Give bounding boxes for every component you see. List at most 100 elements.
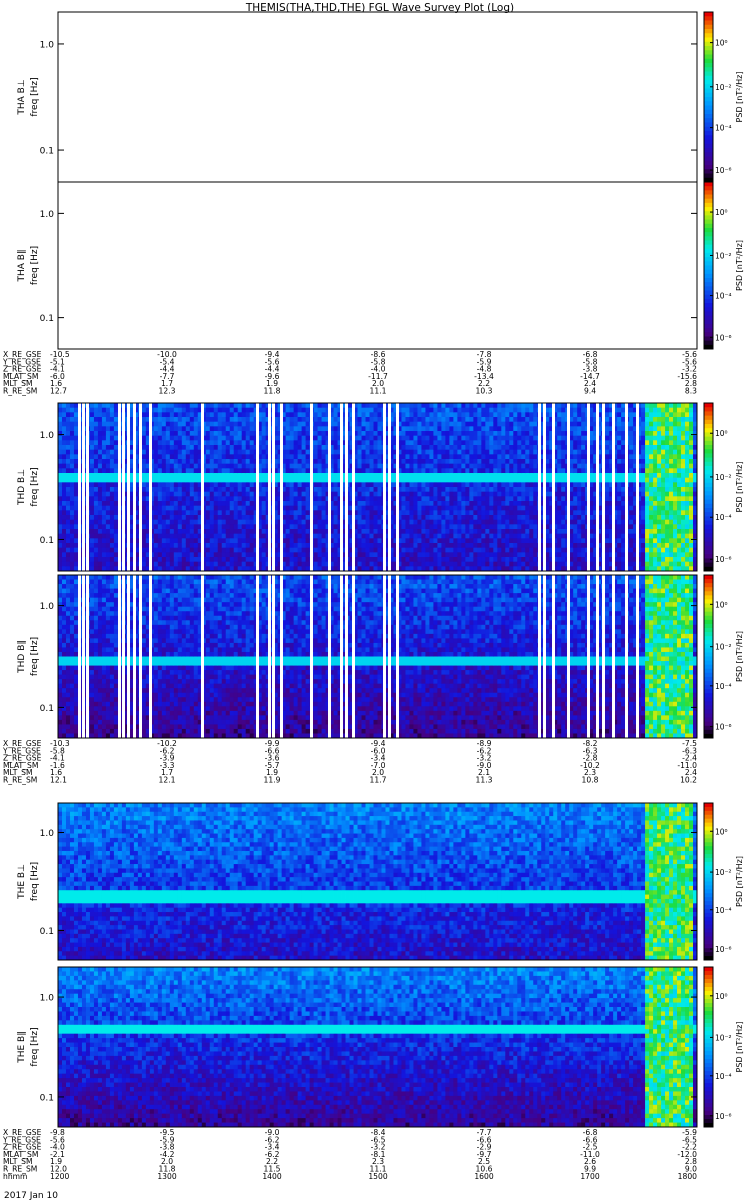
colorbar-label: PSD [nT²/Hz] (735, 631, 744, 682)
panel-ylabel: THD B∥ (17, 640, 27, 674)
data-gap (396, 403, 399, 571)
ephemeris-row-label: R_RE_SM (3, 776, 37, 785)
panel-ylabel-unit: freq [Hz] (30, 637, 40, 676)
data-gap (122, 575, 125, 738)
freq-tick-label: 1.0 (40, 431, 55, 441)
data-gap (625, 575, 628, 738)
colorbar-tick-label: 10⁻² (715, 643, 732, 652)
colorbar-tick-label: 10⁰ (715, 992, 728, 1001)
colorbar: 10⁰ 10⁻² 10⁻⁴ 10⁻⁶ PSD [nT²/Hz] (703, 402, 744, 572)
colorbar: 10⁰ 10⁻² 10⁻⁴ 10⁻⁶ PSD [nT²/Hz] (703, 802, 744, 961)
panel-ylabel: THA B∥ (17, 250, 27, 283)
data-gap (625, 403, 628, 571)
data-gap (543, 403, 546, 571)
panel-the-bperp: 1.0 0.1 THE B⊥ freq [Hz] (17, 802, 698, 961)
colorbar-label: PSD [nT²/Hz] (735, 72, 744, 123)
freq-tick-label: 1.0 (40, 829, 55, 839)
data-gap (352, 575, 355, 738)
data-gap (552, 403, 555, 571)
colorbar-tick-label: 10⁻⁴ (715, 1072, 732, 1081)
data-gap (139, 403, 142, 571)
colorbar-label: PSD [nT²/Hz] (735, 462, 744, 513)
panel-frame (57, 181, 698, 350)
ephemeris-value: 12.1 (159, 776, 176, 785)
data-gap (538, 403, 541, 571)
data-gap (538, 575, 541, 738)
data-gap (280, 575, 283, 738)
data-gap (82, 403, 85, 571)
colorbar-tick-label: 10⁰ (715, 429, 728, 438)
spectrogram (58, 575, 698, 739)
ephemeris-value: 11.8 (264, 387, 281, 396)
colorbar-tick-label: 10⁻² (715, 868, 732, 877)
data-gap (383, 575, 386, 738)
ephemeris-value: 11.9 (264, 776, 281, 785)
data-gap (127, 575, 130, 738)
panel-ylabel-unit: freq [Hz] (30, 1027, 40, 1066)
panel-ylabel-unit: freq [Hz] (30, 246, 40, 285)
data-gap (596, 403, 599, 571)
freq-tick-label: 1.0 (40, 994, 55, 1004)
colorbar: 10⁰ 10⁻² 10⁻⁴ 10⁻⁶ PSD [nT²/Hz] (703, 181, 744, 350)
ephemeris-value: 11.3 (476, 776, 493, 785)
ephemeris-value: 1700 (580, 1172, 599, 1181)
data-gap (256, 403, 259, 571)
data-gap (636, 575, 639, 738)
data-gap (139, 575, 142, 738)
data-gap (149, 403, 152, 571)
data-gap (268, 575, 271, 738)
data-gap (272, 403, 275, 571)
data-gap (340, 575, 343, 738)
panel-tha-bpar: 1.0 0.1 THA B∥ freq [Hz] (17, 181, 698, 350)
data-gap (345, 403, 348, 571)
data-gap (149, 575, 152, 738)
colorbar-tick-label: 10⁻² (715, 473, 732, 482)
data-gap (310, 575, 313, 738)
colorbar-label: PSD [nT²/Hz] (735, 1022, 744, 1073)
colorbar-tick-label: 10⁰ (715, 208, 728, 217)
freq-tick-label: 0.1 (40, 314, 54, 324)
panel-the-bpar: 1.0 0.1 THE B∥ freq [Hz] (17, 966, 698, 1128)
data-gap (636, 403, 639, 571)
ephemeris-row-label: R_RE_SM (3, 387, 37, 396)
data-gap (340, 403, 343, 571)
panel-ylabel-unit: freq [Hz] (30, 77, 40, 116)
ephemeris-row-label: hhmm (3, 1172, 27, 1181)
ephemeris-value: 10.3 (476, 387, 493, 396)
data-gap (352, 403, 355, 571)
panel-ylabel: THE B∥ (17, 1031, 27, 1064)
colorbar-tick-label: 10⁻² (715, 83, 732, 92)
colorbar-tick-label: 10⁻⁴ (715, 682, 732, 691)
data-gap (82, 575, 85, 738)
ephemeris-value: 12.1 (50, 776, 67, 785)
colorbar-tick-label: 10⁻² (715, 251, 732, 260)
colorbar-tick-label: 10⁰ (715, 600, 728, 609)
data-gap (345, 575, 348, 738)
colorbar-tick-label: 10⁻⁴ (715, 292, 732, 301)
freq-tick-label: 1.0 (40, 210, 55, 220)
data-gap (596, 575, 599, 738)
colorbar-tick-label: 10⁻⁴ (715, 906, 732, 915)
panel-thd-bperp: 1.0 0.1 THD B⊥ freq [Hz] (17, 402, 698, 572)
ephemeris-value: 11.1 (370, 387, 387, 396)
data-gap (552, 575, 555, 738)
spectrogram-panels: 1.00.1THA B⊥ freq [Hz]1.00.1THA B∥ freq [H… (17, 11, 698, 1128)
colorbar-tick-label: 10⁻⁶ (715, 166, 732, 175)
data-gap (310, 403, 313, 571)
panel-frame (57, 11, 698, 183)
freq-tick-label: 0.1 (40, 704, 54, 714)
data-gap (78, 575, 81, 738)
wave-survey-plot: THEMIS(THA,THD,THE) FGL Wave Survey Plot… (2, 2, 744, 1200)
colorbar-tick-label: 10⁰ (715, 39, 728, 48)
panel-ylabel: THE B⊥ (17, 864, 27, 900)
data-gap (127, 403, 130, 571)
data-gap (567, 575, 570, 738)
data-gap (328, 403, 331, 571)
data-gap (86, 575, 89, 738)
data-gap (396, 575, 399, 738)
data-gap (78, 403, 81, 571)
spectrogram (58, 403, 698, 572)
data-gap (388, 575, 391, 738)
ephemeris-value: 10.2 (680, 776, 697, 785)
data-gap (122, 403, 125, 571)
